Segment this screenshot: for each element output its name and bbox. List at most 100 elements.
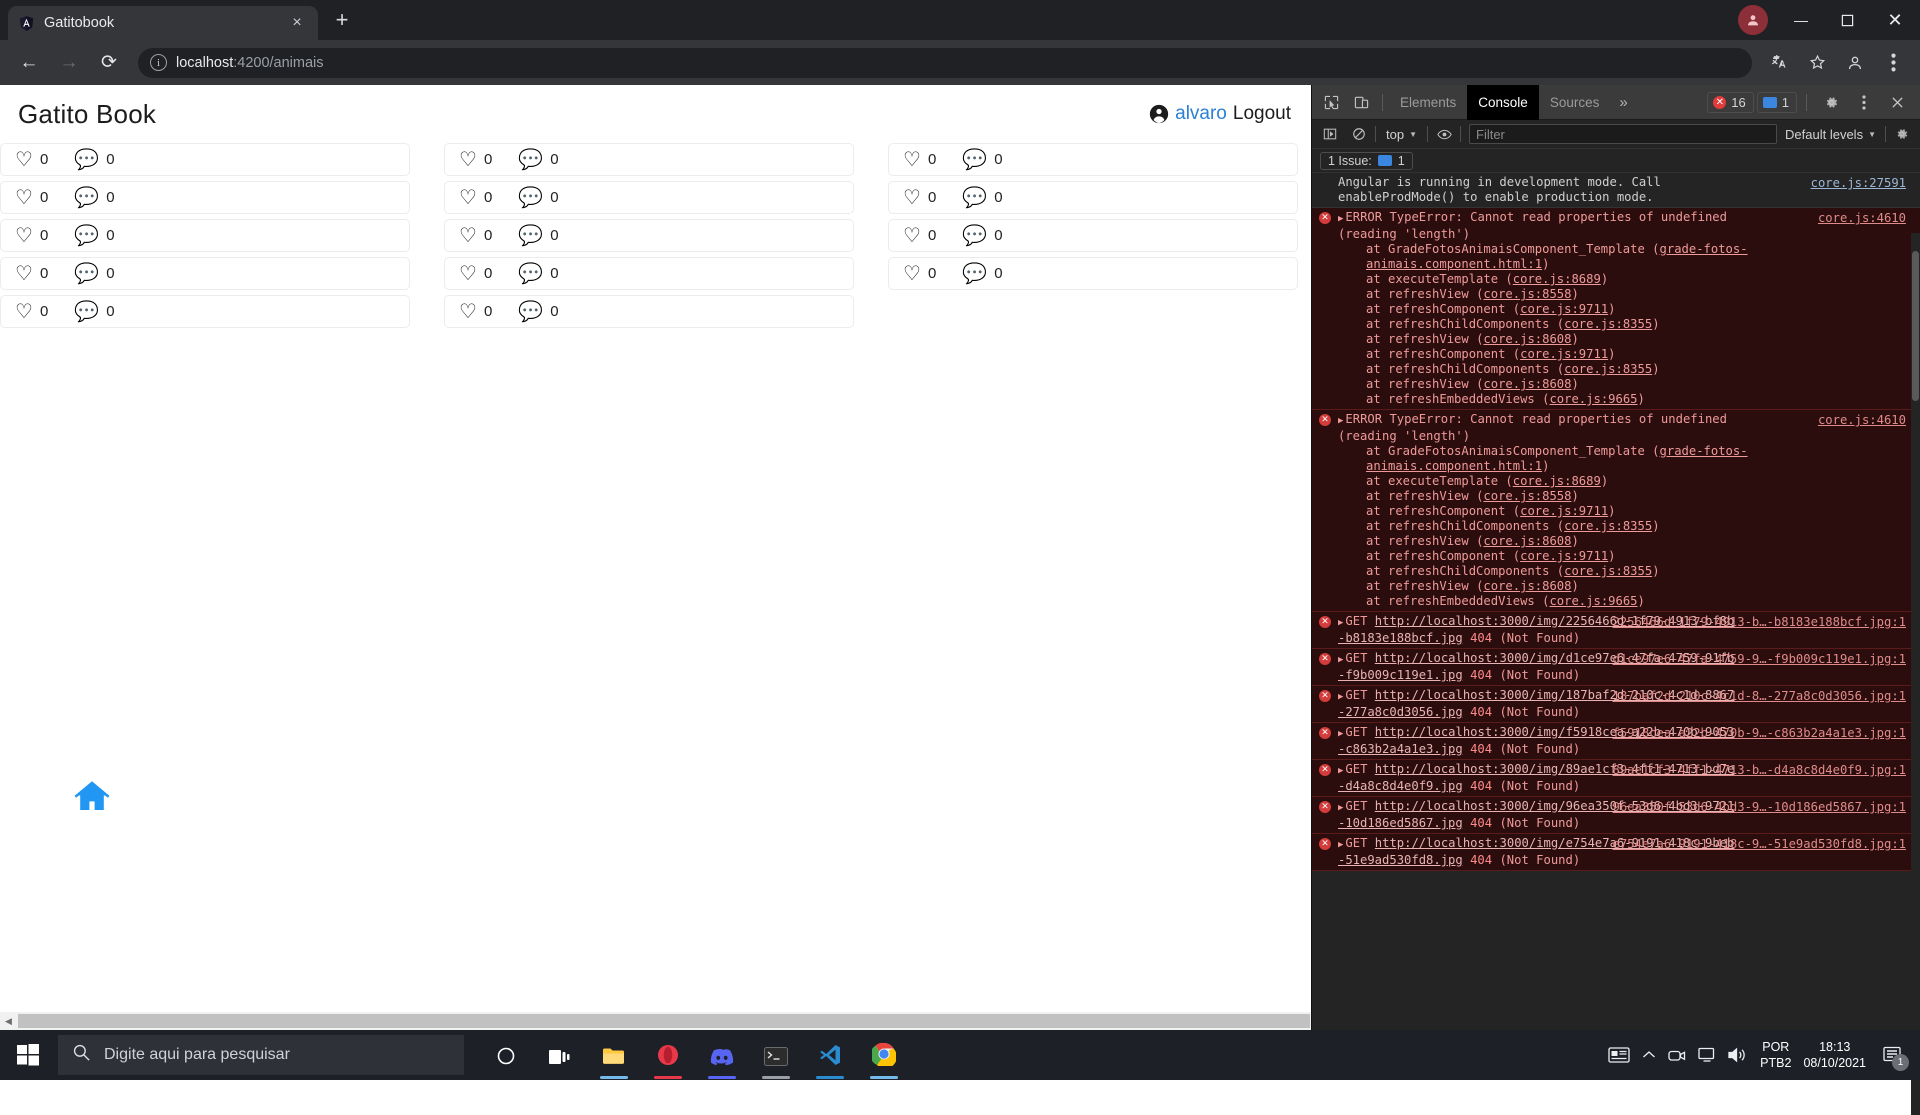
translate-icon[interactable] <box>1762 46 1796 80</box>
like-stat[interactable]: ♡ 0 <box>447 150 506 170</box>
comment-icon[interactable]: 💬 <box>962 150 987 170</box>
comment-icon[interactable]: 💬 <box>962 188 987 208</box>
stack-link[interactable]: core.js:8355 <box>1564 317 1652 331</box>
console-message-network-error[interactable]: ✕ ▶ GET http://localhost:3000/img/187baf2… <box>1312 686 1920 723</box>
heart-icon[interactable]: ♡ <box>459 150 477 170</box>
taskbar-app-file-explorer[interactable] <box>590 1030 638 1080</box>
comment-stat[interactable]: 💬 0 <box>62 264 128 284</box>
stack-link[interactable]: core.js:8608 <box>1483 332 1571 346</box>
stack-link[interactable]: core.js:9711 <box>1520 347 1608 361</box>
stack-link[interactable]: core.js:8608 <box>1483 534 1571 548</box>
back-button[interactable]: ← <box>10 44 48 82</box>
photo-card[interactable]: ♡ 0 💬 0 <box>888 143 1298 176</box>
comment-stat[interactable]: 💬 0 <box>62 226 128 246</box>
home-button[interactable] <box>74 780 110 817</box>
taskbar-search[interactable]: Digite aqui para pesquisar <box>58 1035 464 1075</box>
comment-stat[interactable]: 💬 0 <box>950 188 1016 208</box>
start-button[interactable] <box>0 1030 56 1080</box>
stack-link[interactable]: core.js:8608 <box>1483 579 1571 593</box>
console-scrollbar[interactable] <box>1911 233 1920 1115</box>
browser-tab[interactable]: Gatitobook × <box>8 6 318 40</box>
new-tab-button[interactable]: + <box>327 5 357 35</box>
gear-icon[interactable] <box>1816 89 1846 115</box>
more-tabs-icon[interactable]: » <box>1610 85 1636 120</box>
tab-console[interactable]: Console <box>1467 84 1539 120</box>
heart-icon[interactable]: ♡ <box>15 264 33 284</box>
taskbar-app-discord[interactable] <box>698 1030 746 1080</box>
heart-icon[interactable]: ♡ <box>459 302 477 322</box>
like-stat[interactable]: ♡ 0 <box>891 188 950 208</box>
comment-stat[interactable]: 💬 0 <box>506 302 572 322</box>
photo-card[interactable]: ♡ 0 💬 0 <box>0 181 410 214</box>
like-stat[interactable]: ♡ 0 <box>3 264 62 284</box>
photo-card[interactable]: ♡ 0 💬 0 <box>0 219 410 252</box>
photo-card[interactable]: ♡ 0 💬 0 <box>0 143 410 176</box>
comment-stat[interactable]: 💬 0 <box>62 150 128 170</box>
expand-triangle-icon[interactable]: ▶ <box>1338 214 1343 224</box>
issues-bar[interactable]: 1 Issue: 1 <box>1312 149 1920 173</box>
inspect-element-icon[interactable] <box>1316 89 1346 115</box>
taskbar-app-task-view[interactable] <box>536 1030 584 1080</box>
stack-link[interactable]: core.js:9711 <box>1520 302 1608 316</box>
comment-stat[interactable]: 💬 0 <box>506 150 572 170</box>
request-link[interactable]: e754e7a6-9191-418c-9…-51e9ad530fd8.jpg:1 <box>1613 837 1907 852</box>
taskbar-app-vscode[interactable] <box>806 1030 854 1080</box>
device-toolbar-icon[interactable] <box>1346 89 1376 115</box>
photo-card[interactable]: ♡ 0 💬 0 <box>888 181 1298 214</box>
console-message-network-error[interactable]: ✕ ▶ GET http://localhost:3000/img/f5918ce… <box>1312 723 1920 760</box>
heart-icon[interactable]: ♡ <box>15 226 33 246</box>
console-sidebar-icon[interactable] <box>1317 123 1343 145</box>
more-vertical-icon[interactable] <box>1849 89 1879 115</box>
expand-triangle-icon[interactable]: ▶ <box>1338 766 1343 776</box>
clear-console-icon[interactable] <box>1346 123 1372 145</box>
console-message-network-error[interactable]: ✕ ▶ GET http://localhost:3000/img/89ae1cf… <box>1312 760 1920 797</box>
comment-icon[interactable]: 💬 <box>518 226 543 246</box>
heart-icon[interactable]: ♡ <box>903 188 921 208</box>
photo-card[interactable]: ♡ 0 💬 0 <box>444 257 854 290</box>
comment-stat[interactable]: 💬 0 <box>506 226 572 246</box>
log-levels-selector[interactable]: Default levels ▼ <box>1785 127 1882 142</box>
photo-card[interactable]: ♡ 0 💬 0 <box>444 181 854 214</box>
news-weather-icon[interactable] <box>1608 1046 1630 1064</box>
comment-icon[interactable]: 💬 <box>962 264 987 284</box>
taskbar-app-opera[interactable] <box>644 1030 692 1080</box>
bookmark-star-icon[interactable] <box>1800 46 1834 80</box>
photo-card[interactable]: ♡ 0 💬 0 <box>0 257 410 290</box>
window-maximize-button[interactable] <box>1824 0 1870 40</box>
stack-link[interactable]: core.js:8355 <box>1564 564 1652 578</box>
stack-link[interactable]: core.js:8689 <box>1513 474 1601 488</box>
photo-card[interactable]: ♡ 0 💬 0 <box>888 219 1298 252</box>
horizontal-scrollbar[interactable]: ◀ <box>0 1012 1311 1030</box>
comment-icon[interactable]: 💬 <box>962 226 987 246</box>
heart-icon[interactable]: ♡ <box>903 150 921 170</box>
comment-stat[interactable]: 💬 0 <box>950 264 1016 284</box>
like-stat[interactable]: ♡ 0 <box>447 302 506 322</box>
comment-icon[interactable]: 💬 <box>74 150 99 170</box>
expand-triangle-icon[interactable]: ▶ <box>1338 729 1343 739</box>
stack-link[interactable]: core.js:9665 <box>1549 392 1637 406</box>
request-host[interactable]: http://localhost:30 <box>1375 651 1514 665</box>
request-host[interactable]: http://localhost:30 <box>1375 836 1514 850</box>
console-message-info[interactable]: Angular is running in development mode. … <box>1312 173 1920 208</box>
like-stat[interactable]: ♡ 0 <box>447 264 506 284</box>
request-link[interactable]: 96ea350f-53d6-4bd3-9…-10d186ed5867.jpg:1 <box>1613 800 1907 815</box>
like-stat[interactable]: ♡ 0 <box>447 226 506 246</box>
request-host[interactable]: http://localhost:30 <box>1375 725 1514 739</box>
expand-triangle-icon[interactable]: ▶ <box>1338 416 1343 426</box>
window-close-button[interactable]: ✕ <box>1870 0 1920 40</box>
source-link[interactable]: core.js:4610 <box>1818 413 1906 428</box>
expand-triangle-icon[interactable]: ▶ <box>1338 618 1343 628</box>
comment-icon[interactable]: 💬 <box>74 188 99 208</box>
notification-center-button[interactable]: 1 <box>1878 1038 1909 1072</box>
comment-icon[interactable]: 💬 <box>518 302 543 322</box>
request-link[interactable]: 89ae1cf3-4ff1-4713-b…-d4a8c8d4e0f9.jpg:1 <box>1613 763 1907 778</box>
scrollbar-thumb[interactable] <box>18 1014 1310 1028</box>
request-link[interactable]: 2256466d-1f79-4913-b…-b8183e188bcf.jpg:1 <box>1613 615 1907 630</box>
request-link[interactable]: f5918cea-a22b-470b-9…-c863b2a4a1e3.jpg:1 <box>1613 726 1907 741</box>
like-stat[interactable]: ♡ 0 <box>891 264 950 284</box>
comment-stat[interactable]: 💬 0 <box>62 188 128 208</box>
expand-triangle-icon[interactable]: ▶ <box>1338 840 1343 850</box>
comment-icon[interactable]: 💬 <box>74 226 99 246</box>
photo-card[interactable]: ♡ 0 💬 0 <box>444 295 854 328</box>
taskbar-app-terminal[interactable] <box>752 1030 800 1080</box>
